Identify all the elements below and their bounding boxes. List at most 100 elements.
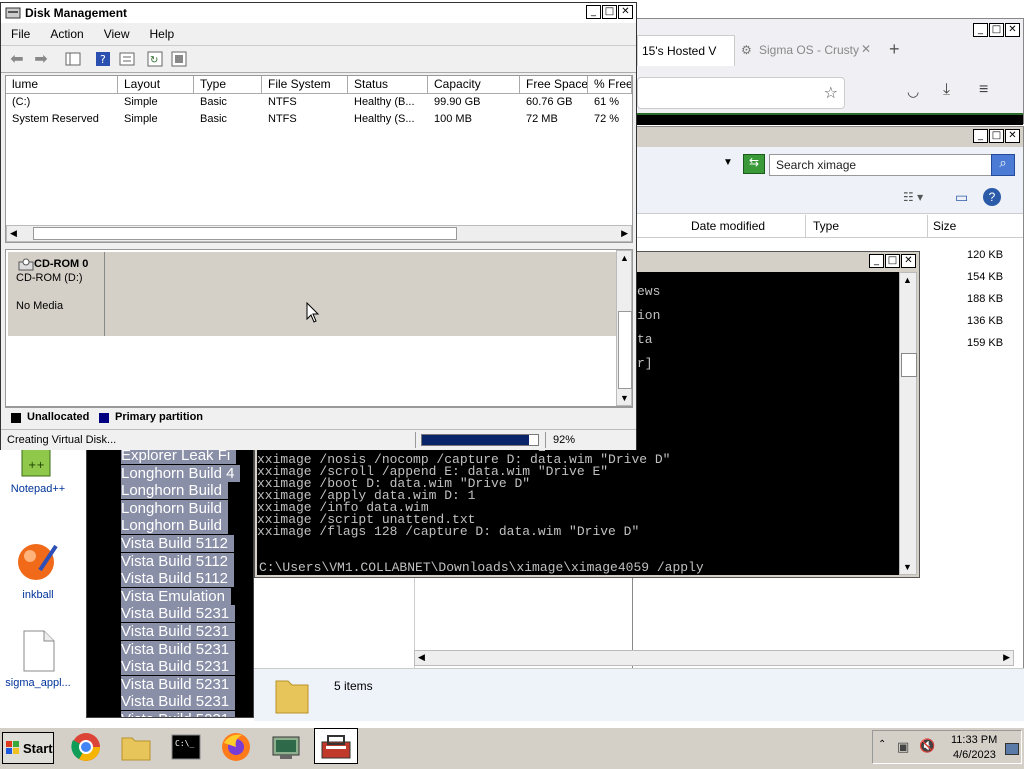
col-size[interactable]: Size [933, 219, 956, 233]
list-item[interactable]: ●Vista Build 5231 [121, 710, 253, 717]
disk-management-taskbar-icon[interactable] [314, 728, 358, 764]
list-item[interactable]: ●Vista Emulation [121, 587, 253, 606]
volume-row[interactable]: System Reserved Simple Basic NTFS Healthy (S… [6, 111, 632, 128]
forward-arrow-icon[interactable]: ➡ [31, 50, 51, 68]
cmd-taskbar-icon[interactable]: C:\_ [168, 730, 204, 764]
cmd-vscrollbar[interactable]: ▲ ▼ [899, 272, 917, 575]
refresh-icon[interactable]: ↻ [145, 50, 165, 68]
list-item[interactable]: ●Longhorn Build [121, 517, 253, 535]
list-item[interactable]: ●Vista Build 5231 [121, 622, 253, 641]
explorer-taskbar-icon[interactable] [118, 730, 154, 764]
scroll-down-arrow[interactable]: ▼ [903, 562, 912, 572]
properties-icon[interactable] [117, 50, 137, 68]
col-type[interactable]: Type [194, 76, 262, 93]
col-layout[interactable]: Layout [118, 76, 194, 93]
list-item[interactable]: ●Longhorn Build [121, 499, 253, 518]
browser-tab-sigma[interactable]: ⚙ Sigma OS - Crusty ✕ [737, 35, 887, 65]
scroll-left-arrow[interactable]: ◀ [418, 652, 425, 663]
scroll-down-arrow[interactable]: ▼ [620, 393, 629, 403]
col-free-space[interactable]: Free Space [520, 76, 588, 93]
menu-help[interactable]: Help [140, 27, 185, 41]
explorer-hscrollbar[interactable]: ◀ ▶ [414, 650, 1014, 666]
show-desktop-icon[interactable] [1005, 743, 1019, 755]
maximize-button[interactable]: □ [989, 129, 1004, 143]
pocket-icon[interactable]: ◡ [907, 83, 919, 100]
scroll-thumb[interactable] [618, 311, 632, 389]
volume-row[interactable]: (C:) Simple Basic NTFS Healthy (B... 99.90 GB… [6, 94, 632, 111]
disk-view-vscrollbar[interactable]: ▲ ▼ [616, 250, 632, 406]
col-percent-free[interactable]: % Free [588, 76, 632, 93]
scroll-left-arrow[interactable]: ◀ [10, 228, 17, 239]
search-icon[interactable]: ⌕ [991, 154, 1015, 176]
list-item[interactable]: ●Vista Build 5112 [121, 552, 253, 571]
volume-list-hscrollbar[interactable]: ◀ ▶ [6, 225, 632, 242]
maximize-button[interactable]: □ [602, 5, 617, 19]
list-item[interactable]: ●Vista Build 5112 [121, 534, 253, 553]
close-button[interactable]: ✕ [618, 5, 633, 19]
new-tab-button[interactable]: + [889, 39, 900, 60]
help-icon[interactable]: ? [93, 50, 113, 68]
cdrom-volume-area[interactable] [106, 252, 616, 336]
scroll-right-arrow[interactable]: ▶ [1003, 652, 1010, 663]
list-item[interactable]: ●Longhorn Build 4 [121, 464, 253, 483]
sigma-file-desktop-icon[interactable] [22, 630, 56, 672]
list-item[interactable]: ●Vista Build 5231 [121, 693, 253, 711]
menu-icon[interactable]: ≡ [979, 81, 988, 99]
list-item[interactable]: ●Vista Build 5231 [121, 605, 253, 623]
minimize-button[interactable]: _ [973, 129, 988, 143]
start-button[interactable]: Start [2, 732, 54, 764]
scroll-up-arrow[interactable]: ▲ [903, 275, 912, 285]
list-item[interactable]: ●Vista Build 5231 [121, 658, 253, 676]
help-icon[interactable]: ? [983, 188, 1001, 206]
maximize-button[interactable]: □ [885, 254, 900, 268]
scroll-right-arrow[interactable]: ▶ [621, 228, 628, 239]
clock-time[interactable]: 11:33 PM [951, 734, 997, 746]
view-icon[interactable]: ☷ ▾ [903, 190, 923, 204]
firefox-taskbar-icon[interactable] [218, 730, 254, 764]
inkball-label: inkball [22, 589, 54, 601]
scroll-thumb[interactable] [33, 227, 457, 240]
url-bar[interactable]: ☆ [637, 77, 845, 109]
volume-muted-icon[interactable]: 🔇 [919, 738, 935, 754]
refresh-icon[interactable]: ⇆ [743, 154, 765, 174]
clock-date[interactable]: 4/6/2023 [953, 749, 996, 761]
col-status[interactable]: Status [348, 76, 428, 93]
chrome-taskbar-icon[interactable] [68, 730, 104, 764]
list-item[interactable]: ●Vista Build 5231 [121, 675, 253, 694]
bookmark-star-icon[interactable]: ☆ [824, 83, 838, 103]
show-hidden-icons[interactable]: ⌃ [878, 739, 886, 750]
list-item[interactable]: ●Longhorn Build [121, 482, 253, 500]
menu-action[interactable]: Action [40, 27, 93, 41]
download-icon[interactable]: ⤓ [943, 81, 950, 99]
back-arrow-icon[interactable]: ⬅ [7, 50, 27, 68]
close-button[interactable]: ✕ [1005, 129, 1020, 143]
minimize-button[interactable]: _ [586, 5, 601, 19]
console-tree-icon[interactable] [63, 50, 83, 68]
col-date-modified[interactable]: Date modified [691, 219, 765, 233]
close-tab-icon[interactable]: ✕ [861, 42, 871, 56]
inkball-desktop-icon[interactable] [16, 540, 60, 584]
list-item[interactable]: ●Vista Build 5231 [121, 640, 253, 659]
menu-file[interactable]: File [1, 27, 40, 41]
preview-pane-icon[interactable]: ▭ [955, 189, 968, 206]
rescan-disks-icon[interactable] [169, 50, 189, 68]
col-type[interactable]: Type [813, 219, 839, 233]
device-manager-taskbar-icon[interactable] [268, 730, 304, 764]
close-button[interactable]: ✕ [1005, 23, 1020, 37]
notepadpp-desktop-icon[interactable]: ++ [16, 447, 56, 478]
chevron-down-icon[interactable]: ▼ [723, 157, 733, 168]
close-button[interactable]: ✕ [901, 254, 916, 268]
network-icon[interactable]: ▣ [897, 739, 909, 755]
scroll-thumb[interactable] [901, 353, 917, 377]
col-capacity[interactable]: Capacity [428, 76, 520, 93]
maximize-button[interactable]: □ [989, 23, 1004, 37]
scroll-up-arrow[interactable]: ▲ [620, 253, 629, 263]
col-file-system[interactable]: File System [262, 76, 348, 93]
col-volume[interactable]: lume [6, 76, 118, 93]
menu-view[interactable]: View [94, 27, 140, 41]
minimize-button[interactable]: _ [869, 254, 884, 268]
minimize-button[interactable]: _ [973, 23, 988, 37]
search-input[interactable]: Search ximage [769, 154, 993, 176]
browser-tab-active[interactable]: 15's Hosted V [637, 35, 735, 66]
list-item[interactable]: ●Vista Build 5112 [121, 570, 253, 588]
